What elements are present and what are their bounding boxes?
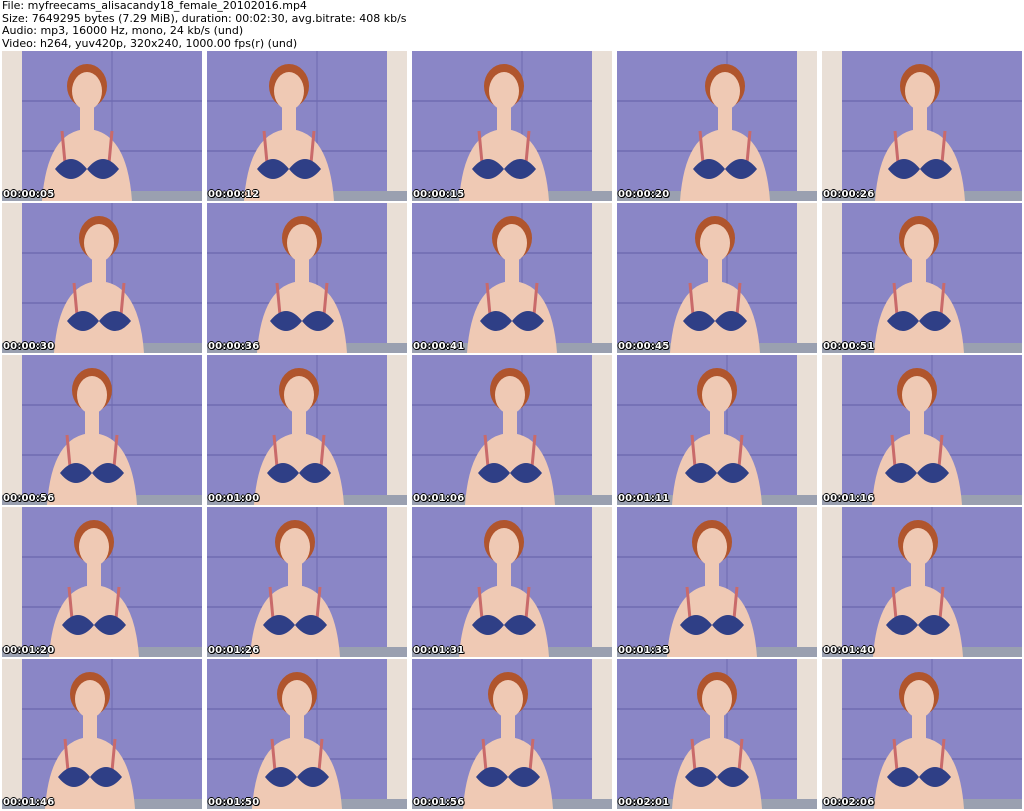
video-frame-thumbnail: 00:01:20 (2, 507, 202, 657)
video-frame-image (617, 507, 817, 657)
video-info-line: Video: h264, yuv420p, 320x240, 1000.00 f… (2, 36, 298, 50)
video-frame-image (207, 203, 407, 353)
video-frame-image (2, 203, 202, 353)
frame-timestamp: 00:00:26 (823, 189, 875, 200)
frame-timestamp: 00:01:31 (413, 645, 465, 656)
video-frame-thumbnail: 00:00:56 (2, 355, 202, 505)
video-frame-image (617, 355, 817, 505)
video-frame-image (617, 51, 817, 201)
frame-timestamp: 00:01:35 (618, 645, 670, 656)
frame-timestamp: 00:00:15 (413, 189, 465, 200)
video-frame-image (617, 203, 817, 353)
frame-timestamp: 00:01:50 (208, 797, 260, 808)
file-name-line: File: myfreecams_alisacandy18_female_201… (2, 0, 307, 12)
video-frame-image (2, 51, 202, 201)
video-frame-image (412, 659, 612, 809)
video-frame-image (412, 203, 612, 353)
video-frame-thumbnail: 00:01:40 (822, 507, 1022, 657)
video-frame-thumbnail: 00:01:35 (617, 507, 817, 657)
video-frame-image (412, 355, 612, 505)
frame-timestamp: 00:00:30 (3, 341, 55, 352)
video-frame-image (2, 659, 202, 809)
frame-timestamp: 00:02:06 (823, 797, 875, 808)
video-frame-thumbnail: 00:00:41 (412, 203, 612, 353)
video-frame-thumbnail: 00:01:26 (207, 507, 407, 657)
video-frame-thumbnail: 00:02:01 (617, 659, 817, 809)
thumbnail-grid: 00:00:05 00:00:12 00:00:15 00:00:20 00:00:26… (2, 51, 1022, 809)
video-frame-image (207, 51, 407, 201)
video-frame-thumbnail: 00:00:20 (617, 51, 817, 201)
video-frame-image (822, 203, 1022, 353)
audio-info-line: Audio: mp3, 16000 Hz, mono, 24 kb/s (und… (2, 24, 244, 37)
video-frame-thumbnail: 00:01:00 (207, 355, 407, 505)
video-frame-thumbnail: 00:01:06 (412, 355, 612, 505)
video-frame-image (207, 507, 407, 657)
video-frame-image (412, 51, 612, 201)
frame-timestamp: 00:01:40 (823, 645, 875, 656)
video-frame-thumbnail: 00:01:31 (412, 507, 612, 657)
frame-timestamp: 00:01:06 (413, 493, 465, 504)
video-frame-thumbnail: 00:00:30 (2, 203, 202, 353)
video-frame-thumbnail: 00:00:12 (207, 51, 407, 201)
video-frame-thumbnail: 00:00:26 (822, 51, 1022, 201)
video-frame-image (822, 355, 1022, 505)
frame-timestamp: 00:00:20 (618, 189, 670, 200)
video-frame-thumbnail: 00:01:46 (2, 659, 202, 809)
frame-timestamp: 00:00:41 (413, 341, 465, 352)
frame-timestamp: 00:01:20 (3, 645, 55, 656)
video-frame-image (822, 659, 1022, 809)
frame-timestamp: 00:00:05 (3, 189, 55, 200)
video-frame-thumbnail: 00:01:16 (822, 355, 1022, 505)
frame-timestamp: 00:02:01 (618, 797, 670, 808)
video-frame-image (2, 355, 202, 505)
frame-timestamp: 00:01:26 (208, 645, 260, 656)
video-frame-thumbnail: 00:00:45 (617, 203, 817, 353)
video-frame-thumbnail: 00:01:56 (412, 659, 612, 809)
video-frame-thumbnail: 00:00:15 (412, 51, 612, 201)
video-frame-thumbnail: 00:00:51 (822, 203, 1022, 353)
video-frame-image (822, 507, 1022, 657)
frame-timestamp: 00:01:46 (3, 797, 55, 808)
video-frame-thumbnail: 00:00:36 (207, 203, 407, 353)
video-frame-thumbnail: 00:00:05 (2, 51, 202, 201)
frame-timestamp: 00:00:36 (208, 341, 260, 352)
file-info-header: File: myfreecams_alisacandy18_female_201… (2, 0, 1022, 50)
video-frame-image (207, 355, 407, 505)
video-frame-image (822, 51, 1022, 201)
frame-timestamp: 00:01:00 (208, 493, 260, 504)
video-frame-thumbnail: 00:02:06 (822, 659, 1022, 809)
frame-timestamp: 00:00:56 (3, 493, 55, 504)
video-frame-thumbnail: 00:01:50 (207, 659, 407, 809)
video-frame-image (412, 507, 612, 657)
frame-timestamp: 00:01:16 (823, 493, 875, 504)
frame-timestamp: 00:00:45 (618, 341, 670, 352)
frame-timestamp: 00:00:12 (208, 189, 260, 200)
video-frame-image (2, 507, 202, 657)
frame-timestamp: 00:00:51 (823, 341, 875, 352)
frame-timestamp: 00:01:11 (618, 493, 670, 504)
video-frame-thumbnail: 00:01:11 (617, 355, 817, 505)
video-frame-image (617, 659, 817, 809)
frame-timestamp: 00:01:56 (413, 797, 465, 808)
video-frame-image (207, 659, 407, 809)
